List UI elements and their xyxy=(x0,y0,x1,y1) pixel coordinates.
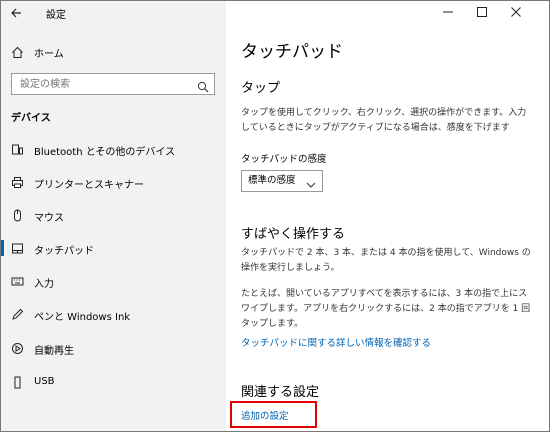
tap-description: タップを使用してクリック、右クリック、選択の操作ができます。入力しているときにタ… xyxy=(241,108,527,133)
touchpad-icon xyxy=(10,241,24,255)
sidebar-item-label: プリンターとスキャナー xyxy=(34,180,144,191)
back-arrow-icon[interactable] xyxy=(7,4,25,22)
search-input[interactable] xyxy=(12,74,192,94)
mouse-icon xyxy=(10,208,24,222)
search-icon[interactable] xyxy=(197,78,209,93)
sidebar-item-printers[interactable]: プリンターとスキャナー xyxy=(1,169,226,195)
search-box[interactable] xyxy=(11,73,215,95)
highlight-box xyxy=(230,401,317,428)
sidebar-item-mouse[interactable]: マウス xyxy=(1,202,226,228)
sidebar-item-label: USB xyxy=(34,376,55,387)
home-icon xyxy=(10,45,24,59)
sidebar-item-bluetooth[interactable]: Bluetooth とその他のデバイス xyxy=(1,136,226,162)
bluetooth-devices-icon xyxy=(10,142,24,156)
sidebar-item-home[interactable]: ホーム xyxy=(1,39,226,65)
window-title: 設定 xyxy=(46,10,66,21)
window-controls xyxy=(431,1,549,25)
sensitivity-label: タッチパッドの感度 xyxy=(241,154,327,165)
sidebar-item-label: 入力 xyxy=(34,279,54,290)
quick-heading: すばやく操作する xyxy=(241,227,346,242)
sidebar: 設定 ホーム デバイス Bluetooth とその他のデバイス プリ xyxy=(1,1,226,431)
settings-window: 設定 ホーム デバイス Bluetooth とその他のデバイス プリ xyxy=(0,0,550,432)
titlebar-left: 設定 xyxy=(1,1,226,25)
sidebar-item-label: Bluetooth とその他のデバイス xyxy=(34,147,176,158)
sensitivity-value: 標準の感度 xyxy=(248,175,296,186)
sidebar-item-autoplay[interactable]: 自動再生 xyxy=(1,335,226,361)
touchpad-info-link[interactable]: タッチパッドに関する詳しい情報を確認する xyxy=(241,335,431,349)
sensitivity-dropdown[interactable]: 標準の感度 xyxy=(241,170,323,192)
sidebar-item-label: マウス xyxy=(34,213,64,224)
related-heading: 関連する設定 xyxy=(241,385,320,400)
close-icon[interactable] xyxy=(499,1,533,23)
usb-icon xyxy=(10,375,24,389)
maximize-icon[interactable] xyxy=(465,1,499,23)
sidebar-item-typing[interactable]: 入力 xyxy=(1,268,226,294)
minimize-icon[interactable] xyxy=(431,1,465,23)
sidebar-item-touchpad[interactable]: タッチパッド xyxy=(1,235,226,261)
quick-description-1: タッチパッドで 2 本、3 本、または 4 本の指を使用して、Windows の… xyxy=(241,248,531,273)
active-indicator xyxy=(1,240,4,256)
sidebar-item-label: ペンと Windows Ink xyxy=(34,312,131,323)
tap-heading: タップ xyxy=(241,81,281,96)
sidebar-item-pen[interactable]: ペンと Windows Ink xyxy=(1,301,226,327)
autoplay-icon xyxy=(10,341,24,355)
quick-description-2: たとえば、開いているアプリすべてを表示するには、3 本の指で上にスワイプします。… xyxy=(241,289,531,329)
printer-icon xyxy=(10,175,24,189)
sidebar-item-label: タッチパッド xyxy=(34,246,94,257)
pen-icon xyxy=(10,307,24,321)
sidebar-item-usb[interactable]: USB xyxy=(1,369,226,395)
section-label: デバイス xyxy=(11,113,51,124)
sidebar-item-label: 自動再生 xyxy=(34,346,74,357)
keyboard-icon xyxy=(10,274,24,288)
sidebar-item-label: ホーム xyxy=(34,48,64,60)
chevron-down-icon xyxy=(306,177,316,188)
page-title: タッチパッド xyxy=(241,42,343,62)
